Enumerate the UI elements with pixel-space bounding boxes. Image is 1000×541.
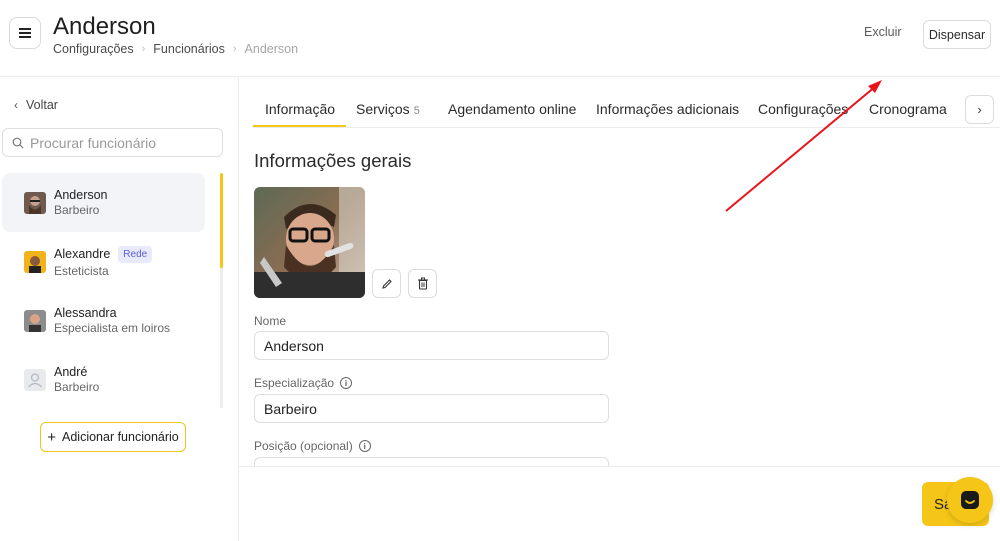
avatar bbox=[24, 250, 46, 273]
services-count: 5 bbox=[413, 105, 420, 117]
page-header: Anderson Configurações › Funcionários › … bbox=[0, 0, 1000, 77]
employee-name: Alessandra bbox=[54, 306, 117, 320]
pencil-icon bbox=[381, 278, 392, 289]
list-scrollbar[interactable] bbox=[220, 173, 223, 408]
breadcrumb-item-employees[interactable]: Funcionários bbox=[153, 42, 225, 56]
chevron-right-icon: › bbox=[977, 102, 982, 117]
avatar-placeholder bbox=[24, 368, 46, 391]
scrollbar-thumb[interactable] bbox=[220, 173, 223, 268]
add-employee-label: Adicionar funcionário bbox=[62, 430, 179, 444]
section-title: Informações gerais bbox=[254, 150, 412, 171]
employee-item-andre[interactable]: André Barbeiro bbox=[2, 350, 205, 409]
trash-icon bbox=[417, 277, 428, 290]
tab-schedule[interactable]: Cronograma bbox=[869, 93, 947, 127]
tab-services[interactable]: Serviços 5 bbox=[356, 93, 420, 127]
employee-text: André Barbeiro bbox=[54, 365, 99, 394]
tab-information[interactable]: Informação bbox=[253, 93, 347, 127]
avatar bbox=[24, 191, 46, 214]
chat-icon bbox=[961, 491, 979, 509]
delete-photo-button[interactable] bbox=[408, 269, 437, 298]
employee-list: Anderson Barbeiro Alexandre Rede Estetic… bbox=[2, 173, 222, 409]
footer-divider bbox=[239, 466, 1000, 467]
hamburger-icon bbox=[19, 28, 31, 38]
chevron-right-icon: › bbox=[141, 43, 146, 55]
page-title: Anderson bbox=[53, 13, 156, 40]
delete-button[interactable]: Excluir bbox=[864, 25, 902, 39]
employee-item-alessandra[interactable]: Alessandra Especialista em loiros bbox=[2, 291, 205, 350]
info-icon[interactable]: i bbox=[358, 440, 371, 452]
network-badge: Rede bbox=[118, 245, 153, 263]
employee-role: Especialista em loiros bbox=[54, 321, 171, 335]
avatar bbox=[24, 309, 46, 332]
add-employee-button[interactable]: + Adicionar funcionário bbox=[40, 422, 186, 452]
employee-item-alexandre[interactable]: Alexandre Rede Esteticista bbox=[2, 232, 205, 291]
employee-name: André bbox=[54, 365, 88, 379]
search-box[interactable] bbox=[2, 128, 223, 157]
breadcrumb: Configurações › Funcionários › Anderson bbox=[53, 42, 298, 56]
plus-icon: + bbox=[47, 428, 56, 446]
name-label: Nome bbox=[254, 314, 287, 328]
employee-text: Alexandre Rede Esteticista bbox=[54, 245, 153, 278]
specialization-input[interactable] bbox=[254, 394, 609, 423]
tab-additional-info[interactable]: Informações adicionais bbox=[596, 93, 739, 127]
chevron-right-icon: › bbox=[232, 43, 237, 55]
breadcrumb-item-current: Anderson bbox=[244, 42, 299, 56]
tab-bar: Informação Serviços 5 Agendamento online … bbox=[253, 93, 1000, 128]
info-icon[interactable]: i bbox=[340, 377, 353, 389]
employee-text: Alessandra Especialista em loiros bbox=[54, 306, 170, 335]
edit-photo-button[interactable] bbox=[372, 269, 401, 298]
search-input[interactable] bbox=[30, 134, 210, 151]
employee-text: Anderson Barbeiro bbox=[54, 188, 108, 217]
employee-role: Esteticista bbox=[54, 263, 109, 278]
tabs-scroll-right-button[interactable]: › bbox=[965, 95, 994, 124]
employee-name: Alexandre Rede bbox=[54, 245, 153, 263]
employee-item-anderson[interactable]: Anderson Barbeiro bbox=[2, 173, 205, 232]
tab-settings[interactable]: Configurações bbox=[758, 93, 848, 127]
back-link[interactable]: ‹ Voltar bbox=[14, 98, 58, 112]
back-label: Voltar bbox=[26, 98, 58, 112]
search-icon bbox=[12, 137, 24, 148]
employee-sidebar: ‹ Voltar Anderson Barbeiro bbox=[0, 77, 239, 541]
employee-name: Anderson bbox=[54, 188, 108, 202]
chat-widget-button[interactable] bbox=[947, 477, 993, 523]
tab-online-booking[interactable]: Agendamento online bbox=[448, 93, 576, 127]
dismiss-button[interactable]: Dispensar bbox=[923, 20, 991, 49]
breadcrumb-item-settings[interactable]: Configurações bbox=[53, 42, 134, 56]
name-input[interactable] bbox=[254, 331, 609, 360]
chevron-left-icon: ‹ bbox=[14, 98, 18, 112]
employee-photo bbox=[254, 187, 365, 298]
menu-button[interactable] bbox=[9, 17, 41, 49]
specialization-label: Especialização i bbox=[254, 376, 353, 390]
position-label: Posição (opcional) i bbox=[254, 439, 371, 453]
footer-bar bbox=[239, 467, 1000, 541]
employee-role: Barbeiro bbox=[54, 380, 100, 394]
employee-role: Barbeiro bbox=[54, 203, 100, 217]
